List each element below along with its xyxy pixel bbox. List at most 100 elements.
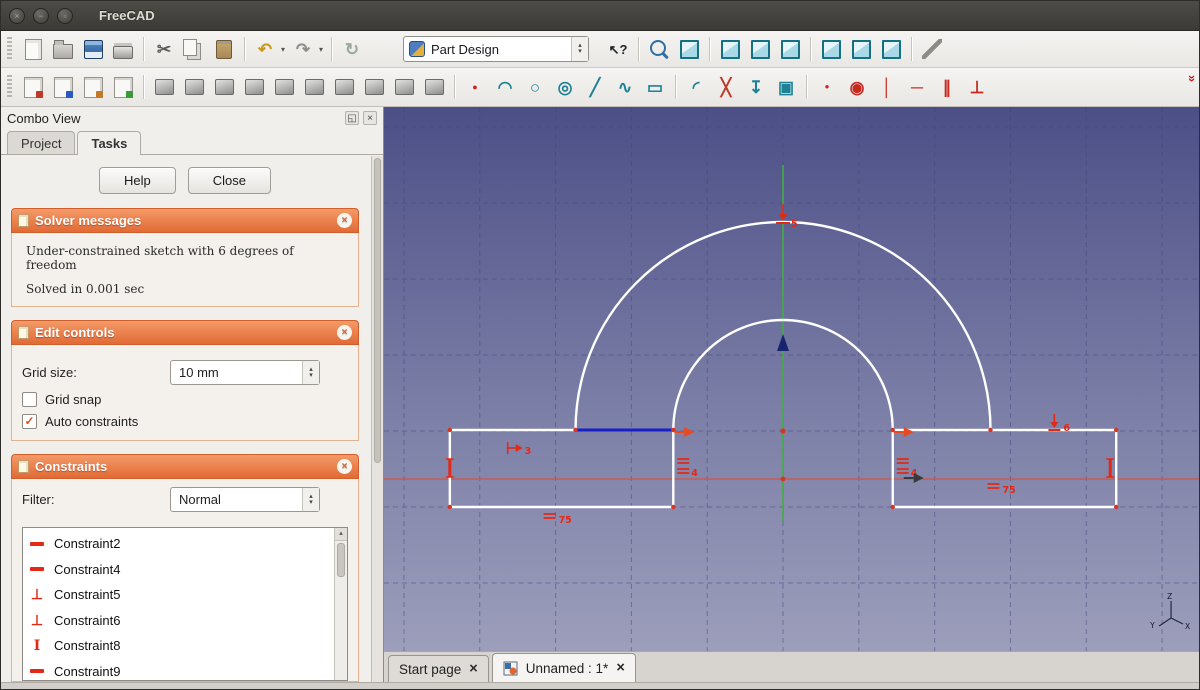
subtractive-pipe[interactable] [391, 74, 417, 100]
workbench-selected-value: Part Design [431, 41, 499, 57]
additive-pipe[interactable] [241, 74, 267, 100]
external-geometry[interactable]: ↧ [743, 74, 769, 100]
viewport-background [384, 107, 1199, 651]
create-polyline[interactable]: ∿ [612, 74, 638, 100]
tab-tasks[interactable]: Tasks [77, 131, 142, 155]
leave-sketch[interactable] [110, 74, 136, 100]
help-button[interactable]: Help [99, 167, 176, 194]
new-document[interactable] [20, 36, 46, 62]
solver-messages-header[interactable]: Solver messages × [11, 208, 359, 233]
front-view[interactable] [717, 36, 743, 62]
create-arc[interactable]: ◠ [492, 74, 518, 100]
undo-dropdown-icon[interactable]: ▾ [278, 45, 288, 54]
constraint-list-item[interactable]: Constraint5 [29, 582, 331, 608]
workbench-selector[interactable]: Part Design ▴ ▾ [403, 36, 589, 62]
create-fillet[interactable]: ◜ [683, 74, 709, 100]
create-line[interactable]: ╱ [582, 74, 608, 100]
redo-dropdown-icon[interactable]: ▾ [316, 45, 326, 54]
constrain-point-on-object[interactable]: ◉ [844, 74, 870, 100]
toolbar-drag-handle[interactable] [7, 37, 12, 61]
constraint-list-item[interactable]: Constraint9 [29, 659, 331, 681]
save-document[interactable] [80, 36, 106, 62]
constraint-list-item[interactable]: Constraint6 [29, 608, 331, 634]
filter-combobox[interactable]: Normal ▴ ▾ [170, 487, 320, 512]
close-tab-icon[interactable]: × [616, 661, 624, 676]
window-maximize-button[interactable]: ▫ [57, 7, 73, 24]
constraint-list-item[interactable]: Constraint4 [29, 557, 331, 583]
create-sketch[interactable] [20, 74, 46, 100]
constraint-list[interactable]: Constraint2 Constraint4 Constraint5 Constra… [22, 527, 348, 681]
scrollbar-handle[interactable] [374, 158, 381, 464]
copy[interactable] [181, 36, 207, 62]
cut[interactable]: ✂ [151, 36, 177, 62]
3d-viewport[interactable]: 5 3 4 75 75 6 Z Y X [384, 107, 1199, 651]
combobox-arrows[interactable]: ▴ ▾ [302, 488, 319, 511]
window-minimize-button[interactable]: − [33, 7, 49, 24]
toolbar-overflow-icon[interactable]: » [1185, 75, 1200, 82]
fit-all[interactable] [646, 36, 672, 62]
whats-this[interactable]: ↖? [605, 36, 631, 62]
create-circle[interactable]: ○ [522, 74, 548, 100]
workbench-dropdown-arrows[interactable]: ▴ ▾ [571, 37, 588, 61]
close-button[interactable]: Close [187, 167, 271, 194]
spinbox-arrows[interactable]: ▴ ▾ [302, 361, 319, 384]
axonometric-view[interactable] [676, 36, 702, 62]
collapse-section-icon[interactable]: × [337, 459, 352, 474]
map-sketch[interactable] [80, 74, 106, 100]
constraint-list-scrollbar[interactable]: ▴ [334, 528, 347, 680]
pocket[interactable] [271, 74, 297, 100]
doc-tab-start-page[interactable]: Start page × [388, 655, 489, 682]
grid-snap-checkbox[interactable] [22, 392, 37, 407]
top-view[interactable] [747, 36, 773, 62]
paste[interactable] [211, 36, 237, 62]
constraint-list-item[interactable]: Constraint2 [29, 531, 331, 557]
hole[interactable] [301, 74, 327, 100]
doc-tab-unnamed-1[interactable]: Unnamed : 1* × [491, 653, 636, 682]
boolean-operation[interactable] [421, 74, 447, 100]
auto-constraints-checkbox[interactable]: ✓ [22, 414, 37, 429]
scrollbar-handle[interactable] [337, 543, 345, 577]
carbon-copy[interactable]: ▣ [773, 74, 799, 100]
trim-edge[interactable]: ╳ [713, 74, 739, 100]
groove[interactable] [331, 74, 357, 100]
tab-project[interactable]: Project [7, 131, 76, 154]
pad[interactable] [151, 74, 177, 100]
subtractive-loft[interactable] [361, 74, 387, 100]
refresh[interactable]: ↻ [339, 36, 365, 62]
bottom-view[interactable] [848, 36, 874, 62]
toolbar-drag-handle[interactable] [7, 75, 12, 99]
undo[interactable]: ↶ [252, 36, 278, 62]
rear-view[interactable] [818, 36, 844, 62]
constrain-vertical[interactable]: │ [874, 74, 900, 100]
revolution[interactable] [181, 74, 207, 100]
grid-size-spinbox[interactable]: 10 mm ▴ ▾ [170, 360, 320, 385]
redo[interactable]: ↷ [290, 36, 316, 62]
close-panel-icon[interactable]: × [363, 111, 377, 125]
panel-scrollbar[interactable] [371, 156, 383, 682]
create-point[interactable]: ● [462, 74, 488, 100]
right-view[interactable] [777, 36, 803, 62]
horizontal-scrollbar[interactable] [1, 682, 1199, 689]
print[interactable] [110, 36, 136, 62]
svg-text:X: X [1185, 622, 1190, 631]
open-document[interactable] [50, 36, 76, 62]
constrain-parallel[interactable]: ∥ [934, 74, 960, 100]
left-view[interactable] [878, 36, 904, 62]
constrain-coincident[interactable]: ● [814, 74, 840, 100]
edit-sketch[interactable] [50, 74, 76, 100]
constrain-horizontal[interactable]: ─ [904, 74, 930, 100]
constraint-list-item[interactable]: Constraint8 [29, 633, 331, 659]
create-conic[interactable]: ◎ [552, 74, 578, 100]
create-rectangle[interactable]: ▭ [642, 74, 668, 100]
float-panel-icon[interactable]: ◱ [345, 111, 359, 125]
edit-controls-header[interactable]: Edit controls × [11, 320, 359, 345]
scroll-up-icon[interactable]: ▴ [335, 528, 347, 541]
constrain-perpendicular[interactable]: ⊥ [964, 74, 990, 100]
window-close-button[interactable]: × [9, 7, 25, 24]
constraints-header[interactable]: Constraints × [11, 454, 359, 479]
collapse-section-icon[interactable]: × [337, 325, 352, 340]
additive-loft[interactable] [211, 74, 237, 100]
collapse-section-icon[interactable]: × [337, 213, 352, 228]
measure-distance[interactable] [919, 36, 945, 62]
close-tab-icon[interactable]: × [469, 662, 477, 677]
